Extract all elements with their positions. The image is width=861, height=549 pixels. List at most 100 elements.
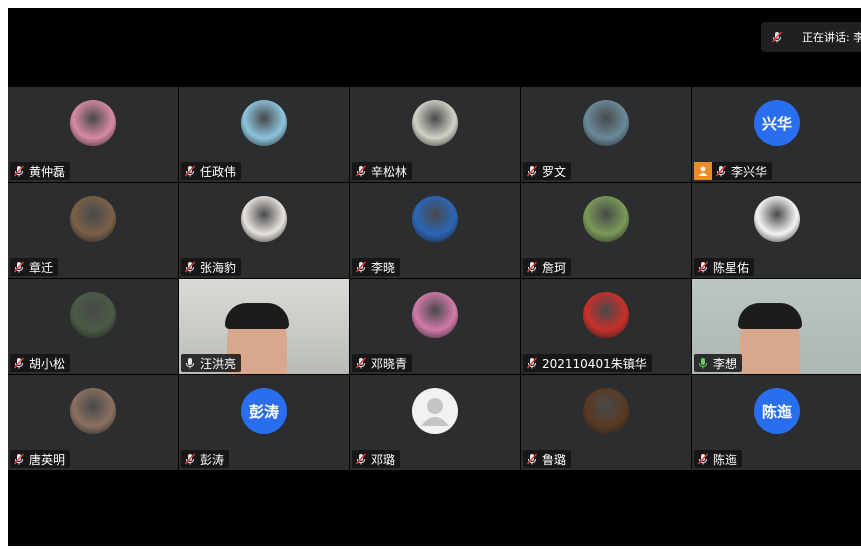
mic-icon	[699, 358, 707, 369]
avatar	[70, 196, 116, 242]
participant-name: 邓晓青	[371, 356, 408, 371]
participant-nametag: 李晓	[352, 258, 401, 276]
participant-tile[interactable]: 詹珂	[521, 183, 691, 278]
participant-tile[interactable]: 陈迤 陈迤	[692, 375, 861, 470]
avatar	[241, 100, 287, 146]
mic-muted-icon	[13, 261, 25, 273]
participant-tile[interactable]: 202110401朱镇华	[521, 279, 691, 374]
avatar	[412, 292, 458, 338]
avatar	[583, 196, 629, 242]
participant-nametag: 李兴华	[694, 162, 773, 180]
participant-nametag: 202110401朱镇华	[523, 354, 652, 372]
video-feed-detail	[738, 303, 802, 329]
participant-tile[interactable]: 任政伟	[179, 87, 349, 182]
participant-nametag: 邓晓青	[352, 354, 413, 372]
window-top-edge	[0, 0, 861, 8]
participant-nametag: 任政伟	[181, 162, 242, 180]
participant-nametag: 唐英明	[10, 450, 71, 468]
participant-nametag: 罗文	[523, 162, 572, 180]
participant-tile[interactable]: 兴华李兴华	[692, 87, 861, 182]
participant-name: 张海豹	[200, 260, 237, 275]
avatar	[583, 100, 629, 146]
participant-name: 汪洪亮	[200, 356, 237, 371]
participant-tile[interactable]: 李想	[692, 279, 861, 374]
participant-tile[interactable]: 张海豹	[179, 183, 349, 278]
participant-nametag: 黄仲磊	[10, 162, 71, 180]
participant-nametag: 陈迤	[694, 450, 743, 468]
mic-muted-icon	[355, 261, 367, 273]
avatar: 彭涛	[241, 388, 287, 434]
avatar	[412, 196, 458, 242]
window-left-edge	[0, 0, 8, 549]
avatar	[583, 292, 629, 338]
participant-nametag: 陈星佑	[694, 258, 755, 276]
speaking-indicator: 正在讲话: 李	[761, 22, 861, 52]
participant-tile[interactable]: 辛松林	[350, 87, 520, 182]
participant-tile[interactable]: 陈星佑	[692, 183, 861, 278]
default-avatar-icon	[412, 388, 458, 434]
participant-nametag: 章迁	[10, 258, 59, 276]
participant-name: 李兴华	[731, 164, 768, 179]
participant-nametag: 詹珂	[523, 258, 572, 276]
participant-name: 李晓	[371, 260, 396, 275]
participant-name: 邓璐	[371, 452, 396, 467]
mic-muted-icon	[184, 453, 196, 465]
mic-muted-icon	[13, 165, 25, 177]
participant-name: 章迁	[29, 260, 54, 275]
mic-muted-icon	[526, 357, 538, 369]
participant-nametag: 李想	[694, 354, 743, 372]
mic-muted-icon	[184, 261, 196, 273]
participant-tile[interactable]: 胡小松	[8, 279, 178, 374]
participant-name: 陈星佑	[713, 260, 750, 275]
participant-grid: 黄仲磊 任政伟 辛松林 罗文 兴华李兴华章迁 张海豹 李晓 詹珂 陈星佑胡小松 汪洪亮 邓晓青 202…	[8, 87, 861, 470]
participant-tile[interactable]: 唐英明	[8, 375, 178, 470]
participant-name: 彭涛	[200, 452, 225, 467]
participant-tile[interactable]: 邓晓青	[350, 279, 520, 374]
participant-nametag: 彭涛	[181, 450, 230, 468]
participant-name: 胡小松	[29, 356, 66, 371]
participant-tile[interactable]: 邓璐	[350, 375, 520, 470]
participant-nametag: 邓璐	[352, 450, 401, 468]
participant-tile[interactable]: 李晓	[350, 183, 520, 278]
participant-name: 黄仲磊	[29, 164, 66, 179]
mic-muted-icon	[697, 261, 709, 273]
mic-muted-icon	[526, 453, 538, 465]
avatar: 陈迤	[754, 388, 800, 434]
mic-muted-icon	[355, 165, 367, 177]
mic-muted-icon	[697, 453, 709, 465]
participant-name: 罗文	[542, 164, 567, 179]
video-feed-detail	[225, 303, 289, 329]
participant-nametag: 辛松林	[352, 162, 413, 180]
participant-nametag: 鲁璐	[523, 450, 572, 468]
participant-tile[interactable]: 章迁	[8, 183, 178, 278]
participant-name: 任政伟	[200, 164, 237, 179]
participant-tile[interactable]: 黄仲磊	[8, 87, 178, 182]
person-icon	[694, 162, 712, 180]
avatar	[241, 196, 287, 242]
speaking-label: 正在讲话: 李	[802, 31, 861, 44]
participant-nametag: 汪洪亮	[181, 354, 242, 372]
mic-muted-icon	[526, 261, 538, 273]
avatar	[70, 100, 116, 146]
participant-name: 詹珂	[542, 260, 567, 275]
participant-nametag: 张海豹	[181, 258, 242, 276]
mic-muted-icon	[355, 453, 367, 465]
participant-tile[interactable]: 彭涛 彭涛	[179, 375, 349, 470]
participant-name: 唐英明	[29, 452, 66, 467]
participant-name: 202110401朱镇华	[542, 356, 647, 371]
avatar	[754, 196, 800, 242]
mic-icon	[186, 358, 194, 369]
participant-tile[interactable]: 汪洪亮	[179, 279, 349, 374]
participant-tile[interactable]: 罗文	[521, 87, 691, 182]
participant-tile[interactable]: 鲁璐	[521, 375, 691, 470]
mic-muted-icon	[715, 165, 727, 177]
avatar	[412, 100, 458, 146]
mic-muted-icon	[355, 357, 367, 369]
participant-name: 陈迤	[713, 452, 738, 467]
participant-name: 李想	[713, 356, 738, 371]
participant-nametag: 胡小松	[10, 354, 71, 372]
avatar: 兴华	[754, 100, 800, 146]
avatar	[70, 388, 116, 434]
participant-name: 辛松林	[371, 164, 408, 179]
mic-muted-icon	[13, 357, 25, 369]
